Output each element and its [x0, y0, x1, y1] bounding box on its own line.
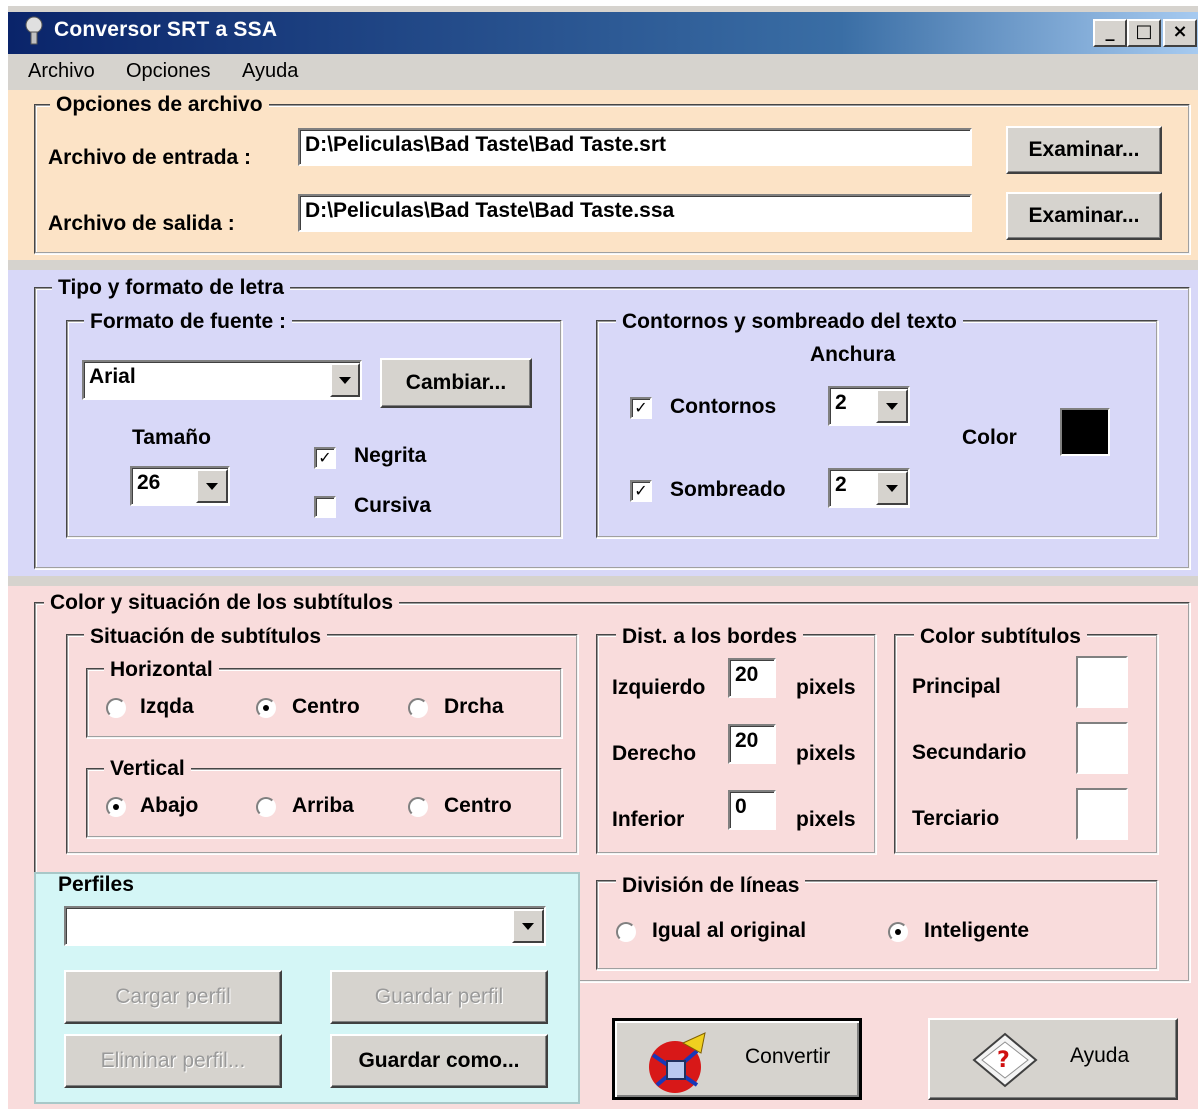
horizontal-center-radio[interactable]	[256, 698, 276, 718]
secondary-color-label: Secundario	[912, 741, 1027, 764]
input-file-label: Archivo de entrada :	[48, 146, 252, 169]
font-format-legend: Formato de fuente :	[84, 310, 293, 334]
left-margin-field[interactable]: 20	[728, 658, 776, 698]
menu-archivo[interactable]: Archivo	[28, 60, 95, 83]
line-split-legend: División de líneas	[616, 874, 806, 898]
italic-checkbox[interactable]	[314, 496, 336, 518]
left-margin-label: Izquierdo	[612, 676, 706, 699]
primary-color-label: Principal	[912, 675, 1001, 698]
outline-color-swatch[interactable]	[1060, 408, 1110, 456]
left-margin-unit: pixels	[796, 676, 856, 699]
primary-color-swatch[interactable]	[1076, 656, 1128, 708]
line-split-smart-radio[interactable]	[888, 922, 908, 942]
vertical-center-radio[interactable]	[408, 797, 428, 817]
profile-dropdown-arrow-icon[interactable]	[512, 909, 544, 943]
save-profile-button[interactable]: Guardar perfil	[330, 970, 548, 1024]
subtitle-legend: Color y situación de los subtítulos	[44, 591, 400, 615]
close-button[interactable]: ×	[1163, 19, 1197, 47]
check-mark-icon: ✓	[634, 398, 648, 417]
horizontal-center-label: Centro	[292, 695, 360, 718]
save-as-profile-button[interactable]: Guardar como...	[330, 1034, 548, 1088]
profile-select[interactable]	[64, 906, 546, 946]
outline-width-dropdown-arrow-icon[interactable]	[876, 389, 908, 423]
vertical-bottom-label: Abajo	[140, 794, 199, 817]
tertiary-color-label: Terciario	[912, 807, 1000, 830]
shadow-width-dropdown-arrow-icon[interactable]	[876, 471, 908, 505]
vertical-legend: Vertical	[104, 757, 191, 781]
shadow-label: Sombreado	[670, 478, 786, 501]
menu-ayuda[interactable]: Ayuda	[242, 60, 298, 83]
shadow-checkbox[interactable]: ✓	[630, 480, 652, 502]
browse-output-button[interactable]: Examinar...	[1006, 192, 1162, 240]
input-file-field[interactable]: D:\Peliculas\Bad Taste\Bad Taste.srt	[298, 128, 972, 166]
position-legend: Situación de subtítulos	[84, 625, 328, 649]
bottom-margin-label: Inferior	[612, 808, 685, 831]
outline-checkbox[interactable]: ✓	[630, 397, 652, 419]
borders-legend: Dist. a los bordes	[616, 625, 804, 649]
bold-label: Negrita	[354, 444, 427, 467]
help-icon: ?	[972, 1032, 1038, 1088]
horizontal-right-label: Drcha	[444, 695, 504, 718]
secondary-color-swatch[interactable]	[1076, 722, 1128, 774]
bottom-margin-field[interactable]: 0	[728, 790, 776, 830]
horizontal-left-label: Izqda	[140, 695, 194, 718]
italic-label: Cursiva	[354, 494, 432, 517]
convert-label: Convertir	[745, 1045, 831, 1068]
svg-text:?: ?	[997, 1048, 1010, 1073]
convert-button[interactable]: Convertir	[612, 1018, 862, 1100]
line-split-original-radio[interactable]	[616, 922, 636, 942]
width-label: Anchura	[810, 343, 896, 366]
right-margin-label: Derecho	[612, 742, 697, 765]
horizontal-right-radio[interactable]	[408, 698, 428, 718]
menu-opciones[interactable]: Opciones	[126, 60, 211, 83]
line-split-smart-label: Inteligente	[924, 919, 1030, 942]
maximize-button[interactable]: □	[1127, 19, 1161, 47]
line-split-original-label: Igual al original	[652, 919, 807, 942]
bottom-margin-unit: pixels	[796, 808, 856, 831]
horizontal-left-radio[interactable]	[106, 698, 126, 718]
font-dropdown-arrow-icon[interactable]	[330, 363, 360, 397]
vertical-bottom-radio[interactable]	[106, 797, 126, 817]
file-options-legend: Opciones de archivo	[50, 93, 269, 117]
load-profile-button[interactable]: Cargar perfil	[64, 970, 282, 1024]
tertiary-color-swatch[interactable]	[1076, 788, 1128, 840]
help-button[interactable]: ? Ayuda	[928, 1018, 1178, 1100]
help-label: Ayuda	[1070, 1044, 1130, 1067]
vertical-top-label: Arriba	[292, 794, 354, 817]
minimize-button[interactable]: _	[1093, 19, 1127, 47]
subtitle-colors-legend: Color subtítulos	[914, 625, 1087, 649]
outline-color-label: Color	[962, 426, 1017, 449]
size-dropdown-arrow-icon[interactable]	[196, 469, 228, 503]
outline-label: Contornos	[670, 395, 777, 418]
delete-profile-button[interactable]: Eliminar perfil...	[64, 1034, 282, 1088]
bold-checkbox[interactable]: ✓	[314, 447, 336, 469]
vertical-center-label: Centro	[444, 794, 512, 817]
app-icon	[25, 16, 43, 45]
output-file-field[interactable]: D:\Peliculas\Bad Taste\Bad Taste.ssa	[298, 194, 972, 232]
horizontal-legend: Horizontal	[104, 658, 219, 682]
vertical-top-radio[interactable]	[256, 797, 276, 817]
output-file-label: Archivo de salida :	[48, 212, 235, 235]
right-margin-unit: pixels	[796, 742, 856, 765]
font-select[interactable]: Arial	[82, 360, 362, 400]
outline-legend: Contornos y sombreado del texto	[616, 310, 963, 334]
change-font-button[interactable]: Cambiar...	[380, 358, 532, 408]
browse-input-button[interactable]: Examinar...	[1006, 126, 1162, 174]
check-mark-icon: ✓	[318, 448, 332, 467]
window-title: Conversor SRT a SSA	[54, 18, 278, 41]
check-mark-icon: ✓	[634, 481, 648, 500]
right-margin-field[interactable]: 20	[728, 724, 776, 764]
size-label: Tamaño	[132, 426, 211, 449]
convert-icon	[649, 1032, 706, 1093]
font-legend: Tipo y formato de letra	[52, 276, 290, 300]
profiles-legend: Perfiles	[58, 873, 134, 896]
